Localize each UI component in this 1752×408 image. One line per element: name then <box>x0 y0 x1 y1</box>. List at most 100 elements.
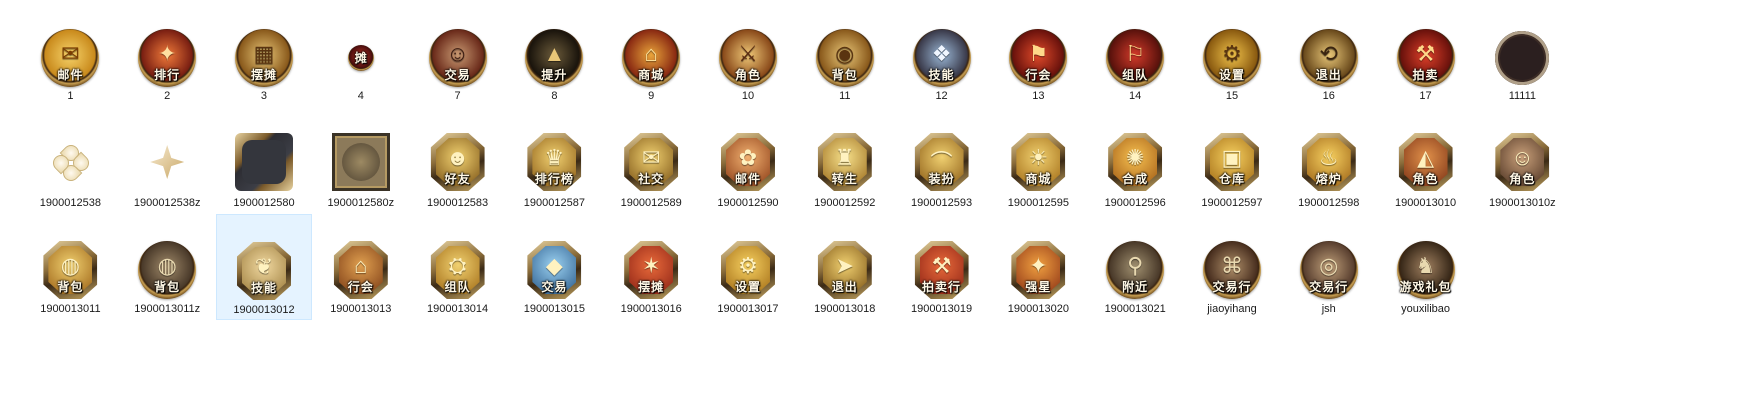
icon-glyph: ⛭ <box>448 253 467 278</box>
file-item[interactable]: ♨ 熔炉 1900012598 <box>1280 130 1377 214</box>
file-item[interactable]: ⛭ 组队 1900013014 <box>409 214 506 320</box>
file-name-label: 11 <box>839 90 851 102</box>
file-item[interactable]: ◆ 交易 1900013015 <box>506 214 603 320</box>
file-explorer-icon-grid: ✉ 邮件 1 ✦ 排行 2 ▦ 摆摊 3 摊 4 ☺ 交易 7 ▲ 提升 8 ⌂ 商城 9 ⚔ 角色 10 ◉ 背包 11 ❖ 技能 1… <box>0 0 1752 408</box>
file-name-label: jsh <box>1321 303 1336 315</box>
icon-glyph: ⚒ <box>931 253 952 278</box>
file-thumbnail: ▦ 摆摊 <box>232 26 296 90</box>
icon-caption: 摆摊 <box>250 68 277 82</box>
file-item[interactable]: ✺ 合成 1900012596 <box>1087 130 1184 214</box>
file-item[interactable]: ♛ 排行榜 1900012587 <box>506 130 603 214</box>
file-name-label: 9 <box>648 90 655 102</box>
game-button-icon: ⚲ 附近 <box>1106 241 1165 299</box>
icon-glyph: ◭ <box>1417 145 1434 170</box>
file-item[interactable]: ⌂ 商城 9 <box>603 22 700 128</box>
file-item[interactable]: ♜ 转生 1900012592 <box>796 130 893 214</box>
icon-glyph: ⚔ <box>738 41 758 66</box>
file-item[interactable]: ◍ 背包 1900013011 <box>22 214 119 320</box>
file-name-label: 1 <box>67 90 74 102</box>
icon-caption: 角色 <box>1412 172 1439 186</box>
file-item[interactable]: ⚒ 拍卖行 1900013019 <box>893 214 990 320</box>
icon-glyph: ▦ <box>253 41 275 66</box>
file-item[interactable]: ⌂ 行会 1900013013 <box>312 214 409 320</box>
game-button-icon: ⚒ 拍卖 <box>1396 29 1455 87</box>
file-item[interactable]: ✿ 邮件 1900012590 <box>700 130 797 214</box>
file-item[interactable]: ◉ 背包 11 <box>796 22 893 128</box>
file-item[interactable]: ☻ 好友 1900012583 <box>409 130 506 214</box>
file-name-label: 1900013018 <box>814 303 876 315</box>
icon-glyph: ⚑ <box>1028 41 1049 66</box>
game-button-icon: ◍ 背包 <box>138 241 197 299</box>
file-item[interactable]: ⚙ 设置 15 <box>1184 22 1281 128</box>
file-item[interactable]: ✦ 排行 2 <box>119 22 216 128</box>
file-item[interactable]: ⚑ 行会 13 <box>990 22 1087 128</box>
star-ornament-icon <box>150 145 185 179</box>
file-item[interactable]: 11111 <box>1474 22 1571 128</box>
file-item[interactable]: ⚔ 角色 10 <box>700 22 797 128</box>
file-item[interactable]: ▲ 提升 8 <box>506 22 603 128</box>
file-item[interactable]: ▣ 仓库 1900012597 <box>1184 130 1281 214</box>
file-item[interactable]: ⌒ 装扮 1900012593 <box>893 130 990 214</box>
file-item[interactable]: ✦ 强星 1900013020 <box>990 214 1087 320</box>
file-item[interactable]: ☺ 角色 1900013010z <box>1474 130 1571 214</box>
file-item[interactable]: ⚐ 组队 14 <box>1087 22 1184 128</box>
file-name-label: 1900012597 <box>1201 197 1263 209</box>
icon-glyph: ✿ <box>738 145 758 170</box>
file-thumbnail: ♨ 熔炉 <box>1297 130 1361 194</box>
file-item[interactable]: ⟲ 退出 16 <box>1280 22 1377 128</box>
icon-glyph: ◉ <box>835 41 855 66</box>
file-name-label: 1900013011 <box>40 303 101 315</box>
file-item[interactable]: ◭ 角色 1900013010 <box>1377 130 1474 214</box>
icon-glyph: ⌂ <box>354 253 368 278</box>
icon-caption: 装扮 <box>928 172 955 186</box>
game-button-icon: ⛭ 组队 <box>430 241 485 299</box>
file-thumbnail <box>135 130 199 194</box>
file-item[interactable]: ◎ 交易行 jsh <box>1280 214 1377 320</box>
file-item[interactable]: 1900012580 <box>216 130 313 214</box>
icon-glyph: ✦ <box>157 41 177 66</box>
file-item[interactable]: ☀ 商城 1900012595 <box>990 130 1087 214</box>
file-item[interactable]: ⚙ 设置 1900013017 <box>700 214 797 320</box>
icon-caption: 设置 <box>734 280 761 294</box>
file-item[interactable]: 1900012538z <box>119 130 216 214</box>
file-thumbnail: ✿ 邮件 <box>716 130 780 194</box>
file-item[interactable]: ⚒ 拍卖 17 <box>1377 22 1474 128</box>
file-item[interactable]: ⚲ 附近 1900013021 <box>1087 214 1184 320</box>
file-name-label: 1900012580 <box>233 197 295 209</box>
file-item[interactable]: ❦ 技能 1900013012 <box>215 214 313 320</box>
file-thumbnail: ⌘ 交易行 <box>1200 238 1264 302</box>
file-item[interactable]: 摊4 <box>312 22 409 128</box>
file-item[interactable]: ✉ 社交 1900012589 <box>603 130 700 214</box>
file-name-label: 1900012589 <box>620 197 682 209</box>
icon-glyph: ☀ <box>1028 145 1049 170</box>
file-item[interactable]: ◍ 背包 1900013011z <box>119 214 216 320</box>
icon-caption: 交易行 <box>1212 280 1252 294</box>
file-item[interactable]: ▦ 摆摊 3 <box>216 22 313 128</box>
file-item[interactable]: ♞ 游戏礼包 youxilibao <box>1377 214 1474 320</box>
file-item[interactable]: ☺ 交易 7 <box>409 22 506 128</box>
game-button-icon: ♜ 转生 <box>817 133 872 191</box>
file-item[interactable]: ✶ 摆摊 1900013016 <box>603 214 700 320</box>
file-thumbnail: ⚐ 组队 <box>1103 26 1167 90</box>
icon-caption: 技能 <box>250 281 277 295</box>
game-button-icon: ⚔ 角色 <box>718 29 777 87</box>
file-thumbnail: ❦ 技能 <box>232 239 296 303</box>
game-button-icon: ⚙ 设置 <box>1202 29 1261 87</box>
icon-glyph: ⚲ <box>1127 253 1144 278</box>
game-button-icon: ⚐ 组队 <box>1106 29 1165 87</box>
file-item[interactable]: ➤ 退出 1900013018 <box>796 214 893 320</box>
file-item[interactable]: 1900012538 <box>22 130 119 214</box>
file-thumbnail <box>1490 26 1554 90</box>
icon-glyph: ♨ <box>1318 145 1339 170</box>
icon-caption: 组队 <box>444 280 471 294</box>
file-item[interactable]: ⌘ 交易行 jiaoyihang <box>1184 214 1281 320</box>
file-thumbnail: ☺ 交易 <box>426 26 490 90</box>
file-thumbnail: ☺ 角色 <box>1490 130 1554 194</box>
file-item[interactable]: 1900012580z <box>312 130 409 214</box>
file-item[interactable]: ✉ 邮件 1 <box>22 22 119 128</box>
file-name-label: 1900013016 <box>620 303 682 315</box>
file-name-label: 1900012583 <box>426 197 489 209</box>
file-name-label: 1900012587 <box>523 197 585 209</box>
file-item[interactable]: ❖ 技能 12 <box>893 22 990 128</box>
game-button-icon: 摊 <box>347 45 374 71</box>
